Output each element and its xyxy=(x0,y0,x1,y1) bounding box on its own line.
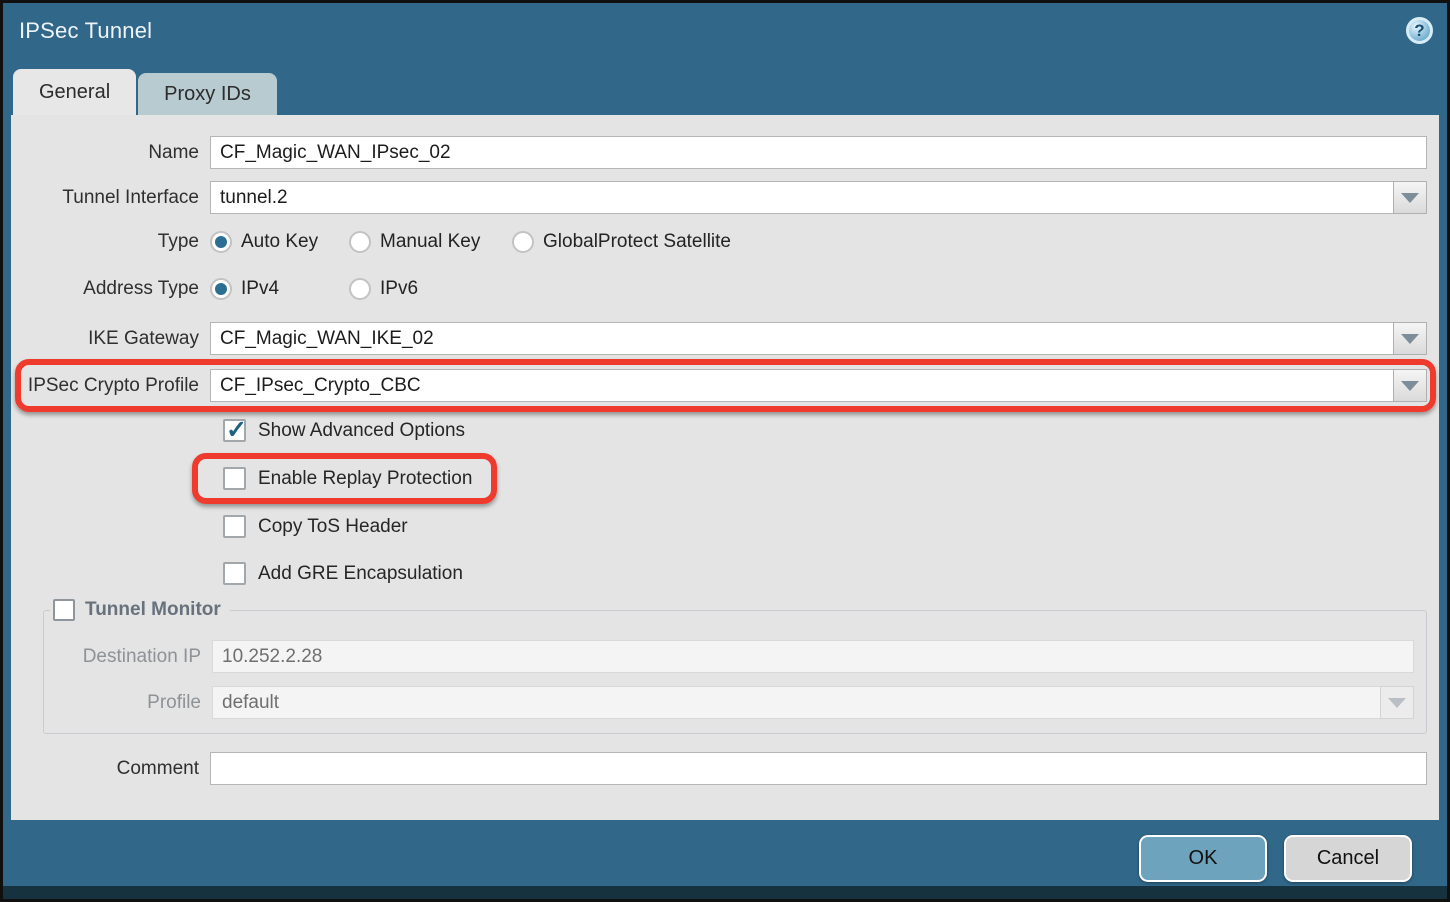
profile-label: Profile xyxy=(44,692,212,714)
general-tab-panel: Name Tunnel Interface Type Auto Key xyxy=(11,115,1439,820)
enable-replay-protection-checkbox[interactable] xyxy=(223,467,246,490)
address-type-option-ipv6: IPv6 xyxy=(349,278,418,300)
profile-row: Profile xyxy=(44,686,1414,719)
ike-gateway-label: IKE Gateway xyxy=(23,328,210,350)
copy-tos-header-checkbox[interactable] xyxy=(223,515,246,538)
ipsec-tunnel-dialog: IPSec Tunnel ? General Proxy IDs Name Tu… xyxy=(0,0,1450,902)
tunnel-monitor-label: Tunnel Monitor xyxy=(85,599,221,621)
dialog-title: IPSec Tunnel xyxy=(19,18,152,44)
name-label: Name xyxy=(23,142,210,164)
type-label: Type xyxy=(23,231,210,253)
type-row: Type Auto Key Manual Key GlobalProtect S… xyxy=(23,231,1439,253)
ipsec-crypto-profile-dropdown-button[interactable] xyxy=(1393,369,1427,402)
destination-ip-input xyxy=(212,640,1414,673)
show-advanced-options-checkbox[interactable] xyxy=(223,419,246,442)
comment-row: Comment xyxy=(23,752,1439,785)
tab-proxy-ids[interactable]: Proxy IDs xyxy=(138,73,277,115)
name-input[interactable] xyxy=(210,136,1427,169)
auto-key-radio[interactable] xyxy=(210,231,232,253)
tunnel-monitor-fieldset: Tunnel Monitor Destination IP Profile xyxy=(43,599,1427,734)
ok-button[interactable]: OK xyxy=(1139,835,1267,882)
auto-key-label: Auto Key xyxy=(241,231,318,253)
ike-gateway-input[interactable] xyxy=(210,322,1394,355)
help-icon[interactable]: ? xyxy=(1406,17,1433,44)
footer: OK Cancel xyxy=(3,820,1447,899)
ipv6-label: IPv6 xyxy=(380,278,418,300)
type-option-globalprotect: GlobalProtect Satellite xyxy=(512,231,731,253)
address-type-row: Address Type IPv4 IPv6 xyxy=(23,278,1439,300)
ike-gateway-dropdown-button[interactable] xyxy=(1393,322,1427,355)
chevron-down-icon xyxy=(1401,381,1419,391)
show-advanced-options-label: Show Advanced Options xyxy=(258,420,465,442)
comment-input[interactable] xyxy=(210,752,1427,785)
enable-replay-protection-label: Enable Replay Protection xyxy=(258,468,472,490)
bottom-strip xyxy=(3,886,1447,899)
enable-replay-protection-row: Enable Replay Protection xyxy=(223,467,1439,490)
type-option-auto-key: Auto Key xyxy=(210,231,349,253)
profile-dropdown-button xyxy=(1380,686,1414,719)
manual-key-radio[interactable] xyxy=(349,231,371,253)
tunnel-monitor-legend: Tunnel Monitor xyxy=(50,599,230,621)
comment-label: Comment xyxy=(23,758,210,780)
tunnel-interface-dropdown-button[interactable] xyxy=(1393,181,1427,214)
tunnel-monitor-checkbox[interactable] xyxy=(53,599,75,621)
ipv4-radio[interactable] xyxy=(210,278,232,300)
tab-bar: General Proxy IDs xyxy=(13,69,1447,115)
add-gre-encapsulation-checkbox[interactable] xyxy=(223,562,246,585)
ipsec-crypto-profile-input[interactable] xyxy=(210,369,1394,402)
ipsec-crypto-profile-label: IPSec Crypto Profile xyxy=(23,375,210,397)
address-type-option-ipv4: IPv4 xyxy=(210,278,349,300)
destination-ip-row: Destination IP xyxy=(44,640,1414,673)
name-row: Name xyxy=(23,136,1439,169)
profile-input xyxy=(212,686,1381,719)
title-bar: IPSec Tunnel ? xyxy=(3,3,1447,58)
tunnel-interface-label: Tunnel Interface xyxy=(23,187,210,209)
chevron-down-icon xyxy=(1388,698,1406,708)
chevron-down-icon xyxy=(1401,193,1419,203)
copy-tos-header-label: Copy ToS Header xyxy=(258,516,408,538)
cancel-button[interactable]: Cancel xyxy=(1284,835,1412,882)
globalprotect-satellite-label: GlobalProtect Satellite xyxy=(543,231,731,253)
tab-general[interactable]: General xyxy=(13,69,136,115)
manual-key-label: Manual Key xyxy=(380,231,480,253)
globalprotect-satellite-radio[interactable] xyxy=(512,231,534,253)
destination-ip-label: Destination IP xyxy=(44,646,212,668)
ipv6-radio[interactable] xyxy=(349,278,371,300)
copy-tos-header-row: Copy ToS Header xyxy=(223,515,1439,538)
add-gre-encapsulation-row: Add GRE Encapsulation xyxy=(223,562,1439,585)
tunnel-interface-input[interactable] xyxy=(210,181,1394,214)
type-option-manual-key: Manual Key xyxy=(349,231,512,253)
address-type-label: Address Type xyxy=(23,278,210,300)
show-advanced-options-row: Show Advanced Options xyxy=(223,419,1439,442)
tunnel-interface-row: Tunnel Interface xyxy=(23,181,1439,214)
ike-gateway-row: IKE Gateway xyxy=(23,322,1439,355)
ipsec-crypto-profile-row: IPSec Crypto Profile xyxy=(23,369,1439,402)
ipv4-label: IPv4 xyxy=(241,278,279,300)
add-gre-encapsulation-label: Add GRE Encapsulation xyxy=(258,563,463,585)
button-bar: OK Cancel xyxy=(3,820,1447,882)
chevron-down-icon xyxy=(1401,334,1419,344)
